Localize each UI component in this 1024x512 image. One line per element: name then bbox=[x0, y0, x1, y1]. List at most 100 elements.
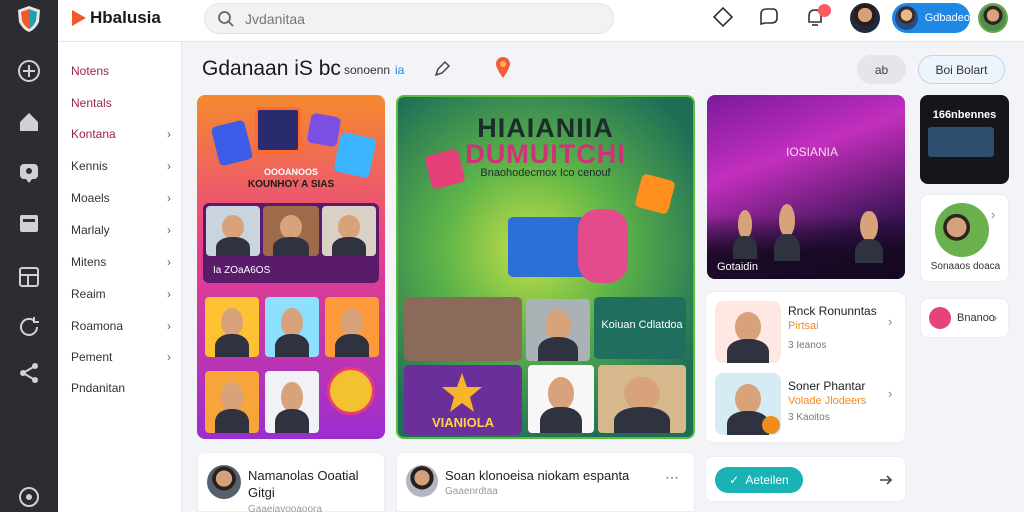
settings-icon[interactable] bbox=[16, 484, 42, 510]
nav-item-kontana[interactable]: Kontana › bbox=[71, 124, 171, 144]
location-pin-icon[interactable] bbox=[494, 55, 512, 79]
star-icon bbox=[442, 373, 482, 412]
chevron-right-icon[interactable]: › bbox=[991, 207, 995, 222]
explore-icon[interactable] bbox=[712, 6, 734, 28]
chevron-right-icon[interactable]: › bbox=[888, 314, 892, 329]
person-photo bbox=[263, 206, 319, 256]
featured-game-card[interactable]: HIAIANIIA DUMUITCHI Bnaohodecmox Ico cen… bbox=[396, 95, 695, 439]
nav-item-nentals[interactable]: Nentals bbox=[71, 93, 171, 113]
user-avatar bbox=[895, 6, 918, 30]
profile-role: Volade Jlodeers bbox=[788, 395, 867, 407]
friends-label: Sonaaos doaca bbox=[930, 261, 1001, 272]
post-card[interactable]: Namanolas Ooatial Gitgi Gaaeiavooaoora bbox=[197, 452, 385, 512]
nav-item-label: Nentals bbox=[71, 96, 112, 110]
group-photo bbox=[404, 297, 522, 361]
person-photo bbox=[265, 371, 319, 433]
game-tile-label: VIANIOLA bbox=[431, 415, 495, 430]
friends-photo bbox=[935, 203, 989, 257]
nav-item-reaim[interactable]: Reaim › bbox=[71, 284, 171, 304]
page-subtitle-link[interactable]: ia bbox=[395, 63, 404, 77]
post-card[interactable]: Soan klonoeisa niokam espanta Gaaenrdtaa… bbox=[396, 452, 695, 512]
refresh-icon[interactable] bbox=[16, 314, 42, 340]
more-options-icon[interactable]: ⋯ bbox=[665, 469, 680, 486]
nav-item-mitens[interactable]: Mitens › bbox=[71, 252, 171, 272]
nav-item-roamona[interactable]: Roamona › bbox=[71, 316, 171, 336]
search-input[interactable] bbox=[245, 9, 595, 29]
share-icon[interactable] bbox=[16, 360, 42, 386]
action-outline-button[interactable]: Boi Bolart bbox=[918, 55, 1005, 84]
event-card-gaming[interactable]: OOOANOOS KOUNHOY A SIAS Ia ZOaA6OS bbox=[197, 95, 385, 439]
chat-icon[interactable] bbox=[16, 160, 42, 186]
friends-card[interactable]: › Sonaaos doaca bbox=[920, 194, 1009, 282]
chevron-right-icon[interactable]: › bbox=[993, 310, 997, 325]
person-silhouette bbox=[727, 199, 763, 259]
promo-screen bbox=[928, 127, 994, 157]
messages-icon[interactable] bbox=[758, 6, 780, 28]
post-avatar[interactable] bbox=[406, 465, 438, 497]
app-logo-icon[interactable] bbox=[17, 5, 41, 33]
promo-card[interactable]: 166nbennes bbox=[920, 95, 1009, 184]
nav-item-notens[interactable]: Notens bbox=[71, 61, 171, 81]
post-avatar[interactable] bbox=[207, 465, 241, 499]
notification-badge bbox=[818, 4, 831, 17]
post-title[interactable]: Namanolas Ooatial bbox=[248, 468, 359, 483]
banner-top-text: OOOANOOS bbox=[263, 167, 318, 177]
edit-icon[interactable] bbox=[433, 60, 451, 78]
page-subtitle: sonoenn bbox=[344, 63, 391, 77]
profile-photo[interactable] bbox=[715, 301, 781, 363]
strip-label: Ia ZOaA6OS bbox=[213, 265, 271, 276]
person-photo bbox=[598, 365, 686, 433]
nav-item-pndanitan[interactable]: Pndanitan bbox=[71, 378, 171, 398]
nav-item-label: Kennis bbox=[71, 159, 108, 173]
person-photo bbox=[205, 297, 259, 357]
chevron-right-icon[interactable]: › bbox=[888, 386, 892, 401]
person-photo bbox=[528, 365, 594, 433]
search-bar[interactable] bbox=[204, 3, 614, 34]
brand[interactable]: Hbalusia bbox=[72, 8, 161, 28]
person-photo bbox=[325, 297, 379, 357]
account-avatar[interactable] bbox=[978, 3, 1008, 33]
info-panel-text: Koiuan Cdlatdoa bbox=[601, 319, 683, 331]
arrow-right-icon[interactable] bbox=[878, 472, 894, 488]
nav-item-moaels[interactable]: Moaels › bbox=[71, 188, 171, 208]
nav-item-label: Reaim bbox=[71, 287, 106, 301]
user-profile-button[interactable]: Gdbadeo bbox=[892, 3, 970, 33]
profile-role: Pirtsai bbox=[788, 320, 819, 332]
house-icon[interactable] bbox=[16, 109, 42, 135]
post-meta: Gaaenrdtaa bbox=[445, 486, 498, 497]
home-icon[interactable] bbox=[16, 58, 42, 84]
chevron-right-icon: › bbox=[167, 223, 171, 237]
person-photo bbox=[265, 297, 319, 357]
chevron-right-icon: › bbox=[167, 255, 171, 269]
nav-item-kennis[interactable]: Kennis › bbox=[71, 156, 171, 176]
post-title[interactable]: Soan klonoeisa niokam espanta bbox=[445, 468, 629, 483]
profile-name[interactable]: Soner Phantar bbox=[788, 379, 865, 393]
nav-item-pement[interactable]: Pement › bbox=[71, 347, 171, 367]
filter-button[interactable]: ab bbox=[857, 55, 906, 84]
person-photo bbox=[322, 206, 376, 256]
badge-icon bbox=[327, 367, 375, 415]
mini-card[interactable]: Bnanoo › bbox=[920, 298, 1009, 338]
nav-item-label: Kontana bbox=[71, 127, 116, 141]
store-icon[interactable] bbox=[16, 210, 42, 236]
left-nav: Notens Nentals Kontana › Kennis › Moaels › … bbox=[58, 42, 182, 512]
nav-item-label: Moaels bbox=[71, 191, 110, 205]
action-button[interactable]: ✓ Aeteilen bbox=[715, 467, 803, 493]
chevron-right-icon: › bbox=[167, 287, 171, 301]
page-title: Gdanaan iS bc bbox=[202, 57, 341, 80]
nav-item-marlaly[interactable]: Marlaly › bbox=[71, 220, 171, 240]
profile-name[interactable]: Rnck Ronunntas bbox=[788, 304, 877, 318]
profile-meta: 3 Kaoitos bbox=[788, 412, 830, 423]
person-photo bbox=[526, 299, 590, 361]
slot-machine-icon bbox=[255, 107, 301, 153]
party-card[interactable]: IOSIANIA Gotaidin bbox=[707, 95, 905, 279]
friend-avatar[interactable] bbox=[850, 3, 880, 33]
chevron-right-icon: › bbox=[167, 350, 171, 364]
nav-item-label: Pndanitan bbox=[71, 381, 126, 395]
banner-text: KOUNHOY A SIAS bbox=[247, 179, 335, 190]
person-silhouette bbox=[767, 191, 807, 261]
grid-icon[interactable] bbox=[16, 264, 42, 290]
profile-meta: 3 Ieanos bbox=[788, 340, 827, 351]
floating-cube-icon bbox=[634, 173, 676, 215]
profiles-card: Rnck Ronunntas Pirtsai 3 Ieanos › Soner … bbox=[705, 291, 906, 443]
